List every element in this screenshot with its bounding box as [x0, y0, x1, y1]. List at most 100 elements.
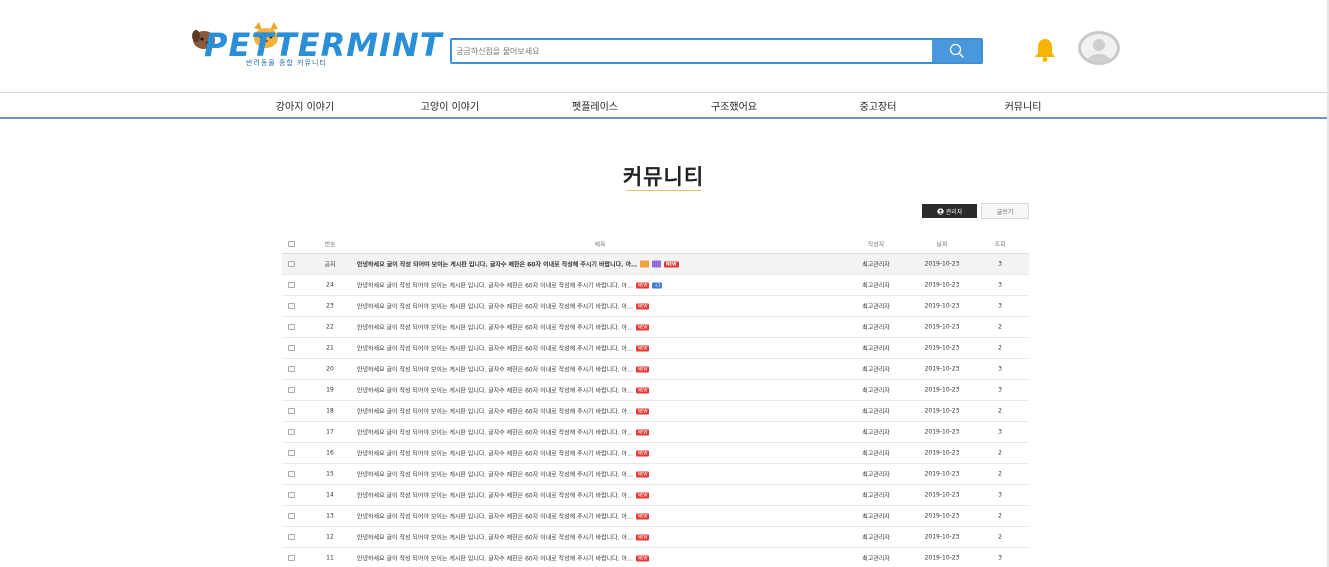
page-title: 커뮤니티: [622, 165, 705, 189]
row-date: 2019-10-23: [924, 491, 960, 499]
table-row[interactable]: 21 안녕하세요 글이 작성 되어야 보이는 게시판 입니다. 글자수 제한은 6…: [282, 338, 1029, 359]
row-number: 23: [326, 302, 334, 310]
row-title-link[interactable]: 안녕하세요 글이 작성 되어야 보이는 게시판 입니다. 글자수 제한은 60자…: [357, 365, 633, 374]
nav-item-community[interactable]: 커뮤니티: [1005, 98, 1042, 113]
logo-tagline: 반려동물 종합 커뮤니티: [246, 59, 327, 67]
row-title-cell: 안녕하세요 글이 작성 되어야 보이는 게시판 입니다. 글자수 제한은 60자…: [357, 281, 663, 290]
table-row[interactable]: 24 안녕하세요 글이 작성 되어야 보이는 게시판 입니다. 글자수 제한은 6…: [282, 275, 1029, 296]
new-badge: NEW: [664, 261, 679, 267]
write-button[interactable]: 글쓰기: [981, 203, 1029, 219]
search-bar: [450, 38, 983, 64]
row-checkbox[interactable]: [288, 345, 295, 351]
row-title-link[interactable]: 안녕하세요 글이 작성 되어야 보이는 게시판 입니다. 글자수 제한은 60자…: [357, 533, 633, 542]
row-checkbox[interactable]: [288, 366, 295, 372]
row-checkbox[interactable]: [288, 555, 295, 561]
row-number: 22: [326, 323, 334, 331]
row-title-link[interactable]: 안녕하세요 글이 작성 되어야 보이는 게시판 입니다. 글자수 제한은 60자…: [357, 470, 633, 479]
row-number: 16: [326, 449, 334, 457]
user-avatar-button[interactable]: [1078, 31, 1120, 65]
user-avatar-icon: [1087, 39, 1111, 62]
table-row[interactable]: 16 안녕하세요 글이 작성 되어야 보이는 게시판 입니다. 글자수 제한은 6…: [282, 443, 1029, 464]
row-author: 최고관리자: [862, 492, 890, 500]
row-checkbox[interactable]: [288, 450, 295, 456]
table-row[interactable]: 19 안녕하세요 글이 작성 되어야 보이는 게시판 입니다. 글자수 제한은 6…: [282, 380, 1029, 401]
row-title-link[interactable]: 안녕하세요 글이 작성 되어야 보이는 게시판 입니다. 글자수 제한은 60자…: [357, 260, 637, 269]
row-number: 19: [326, 386, 334, 394]
search-input[interactable]: [456, 41, 932, 61]
row-date: 2019-10-23: [924, 260, 960, 268]
table-row[interactable]: 13 안녕하세요 글이 작성 되어야 보이는 게시판 입니다. 글자수 제한은 6…: [282, 506, 1029, 527]
column-header-number: 번호: [324, 241, 336, 248]
notice-row[interactable]: 공지 안녕하세요 글이 작성 되어야 보이는 게시판 입니다. 글자수 제한은 6…: [282, 254, 1029, 275]
row-checkbox[interactable]: [288, 387, 295, 393]
row-checkbox[interactable]: [288, 282, 295, 288]
row-number: 24: [326, 281, 334, 289]
row-title-cell: 안녕하세요 글이 작성 되어야 보이는 게시판 입니다. 글자수 제한은 60자…: [357, 512, 650, 521]
row-title-link[interactable]: 안녕하세요 글이 작성 되어야 보이는 게시판 입니다. 글자수 제한은 60자…: [357, 323, 633, 332]
row-checkbox[interactable]: [288, 324, 295, 330]
row-checkbox[interactable]: [288, 408, 295, 414]
table-row[interactable]: 18 안녕하세요 글이 작성 되어야 보이는 게시판 입니다. 글자수 제한은 6…: [282, 401, 1029, 422]
select-all-checkbox[interactable]: [288, 240, 295, 247]
row-title-link[interactable]: 안녕하세요 글이 작성 되어야 보이는 게시판 입니다. 글자수 제한은 60자…: [357, 386, 633, 395]
row-author: 최고관리자: [862, 471, 890, 479]
row-author: 최고관리자: [862, 513, 890, 521]
table-row[interactable]: 15 안녕하세요 글이 작성 되어야 보이는 게시판 입니다. 글자수 제한은 6…: [282, 464, 1029, 485]
row-number: 21: [326, 344, 334, 352]
row-views: 3: [998, 302, 1002, 310]
table-row[interactable]: 17 안녕하세요 글이 작성 되어야 보이는 게시판 입니다. 글자수 제한은 6…: [282, 422, 1029, 443]
row-title-link[interactable]: 안녕하세요 글이 작성 되어야 보이는 게시판 입니다. 글자수 제한은 60자…: [357, 281, 633, 290]
nav-item-rescued[interactable]: 구조했어요: [711, 98, 757, 113]
row-checkbox[interactable]: [288, 534, 295, 540]
nav-item-pet-place[interactable]: 펫플레이스: [572, 98, 618, 113]
row-author: 최고관리자: [862, 555, 890, 563]
row-title-cell: 안녕하세요 글이 작성 되어야 보이는 게시판 입니다. 글자수 제한은 60자…: [357, 365, 650, 374]
row-checkbox[interactable]: [288, 429, 295, 435]
row-title-link[interactable]: 안녕하세요 글이 작성 되어야 보이는 게시판 입니다. 글자수 제한은 60자…: [357, 428, 633, 437]
row-title-link[interactable]: 안녕하세요 글이 작성 되어야 보이는 게시판 입니다. 글자수 제한은 60자…: [357, 344, 633, 353]
row-title-link[interactable]: 안녕하세요 글이 작성 되어야 보이는 게시판 입니다. 글자수 제한은 60자…: [357, 302, 633, 311]
row-number: 18: [326, 407, 334, 415]
nav-item-dog-stories[interactable]: 강아지 이야기: [276, 98, 334, 113]
row-title-link[interactable]: 안녕하세요 글이 작성 되어야 보이는 게시판 입니다. 글자수 제한은 60자…: [357, 554, 633, 563]
nav-item-cat-stories[interactable]: 고양이 이야기: [421, 98, 479, 113]
table-body: 공지안녕하세요 글이 작성 되어야 보이는 게시판 입니다. 글자수 제한은 6…: [282, 254, 1029, 567]
table-header-row: 번호 제목 작성자 날짜 조회: [282, 234, 1029, 254]
table-row[interactable]: 11 안녕하세요 글이 작성 되어야 보이는 게시판 입니다. 글자수 제한은 6…: [282, 548, 1029, 567]
row-views: 2: [998, 449, 1002, 457]
row-title-link[interactable]: 안녕하세요 글이 작성 되어야 보이는 게시판 입니다. 글자수 제한은 60자…: [357, 407, 633, 416]
row-date: 2019-10-23: [924, 554, 960, 562]
row-title-link[interactable]: 안녕하세요 글이 작성 되어야 보이는 게시판 입니다. 글자수 제한은 60자…: [357, 512, 633, 521]
search-button[interactable]: [932, 40, 981, 62]
row-number: 공지: [324, 261, 336, 269]
row-title-link[interactable]: 안녕하세요 글이 작성 되어야 보이는 게시판 입니다. 글자수 제한은 60자…: [357, 491, 633, 500]
site-logo[interactable]: PETTERMINT 반려동물 종합 커뮤니티: [190, 22, 442, 70]
notification-button[interactable]: [1032, 37, 1058, 63]
row-author: 최고관리자: [862, 282, 890, 290]
admin-button[interactable]: 관리자: [922, 204, 977, 218]
row-checkbox[interactable]: [288, 303, 295, 309]
title-underline: [626, 190, 701, 191]
row-checkbox[interactable]: [288, 492, 295, 498]
row-views: 3: [998, 365, 1002, 373]
table-row[interactable]: 14 안녕하세요 글이 작성 되어야 보이는 게시판 입니다. 글자수 제한은 6…: [282, 485, 1029, 506]
new-badge: NEW: [636, 303, 650, 309]
column-header-views: 조회: [994, 241, 1006, 248]
row-checkbox[interactable]: [288, 513, 295, 519]
row-author: 최고관리자: [862, 324, 890, 332]
row-title-link[interactable]: 안녕하세요 글이 작성 되어야 보이는 게시판 입니다. 글자수 제한은 60자…: [357, 449, 633, 458]
table-row[interactable]: 22 안녕하세요 글이 작성 되어야 보이는 게시판 입니다. 글자수 제한은 6…: [282, 317, 1029, 338]
table-row[interactable]: 12 안녕하세요 글이 작성 되어야 보이는 게시판 입니다. 글자수 제한은 6…: [282, 527, 1029, 548]
new-badge: NEW: [636, 450, 650, 456]
table-row[interactable]: 20 안녕하세요 글이 작성 되어야 보이는 게시판 입니다. 글자수 제한은 6…: [282, 359, 1029, 380]
row-checkbox[interactable]: [288, 471, 295, 477]
row-author: 최고관리자: [862, 429, 890, 437]
table-row[interactable]: 23 안녕하세요 글이 작성 되어야 보이는 게시판 입니다. 글자수 제한은 6…: [282, 296, 1029, 317]
nav-item-used-market[interactable]: 중고장터: [860, 98, 897, 113]
row-views: 2: [998, 344, 1002, 352]
new-badge: NEW: [636, 282, 650, 288]
row-title-cell: 안녕하세요 글이 작성 되어야 보이는 게시판 입니다. 글자수 제한은 60자…: [357, 470, 650, 479]
row-date: 2019-10-23: [924, 449, 960, 457]
row-views: 2: [998, 470, 1002, 478]
row-checkbox[interactable]: [288, 261, 295, 267]
